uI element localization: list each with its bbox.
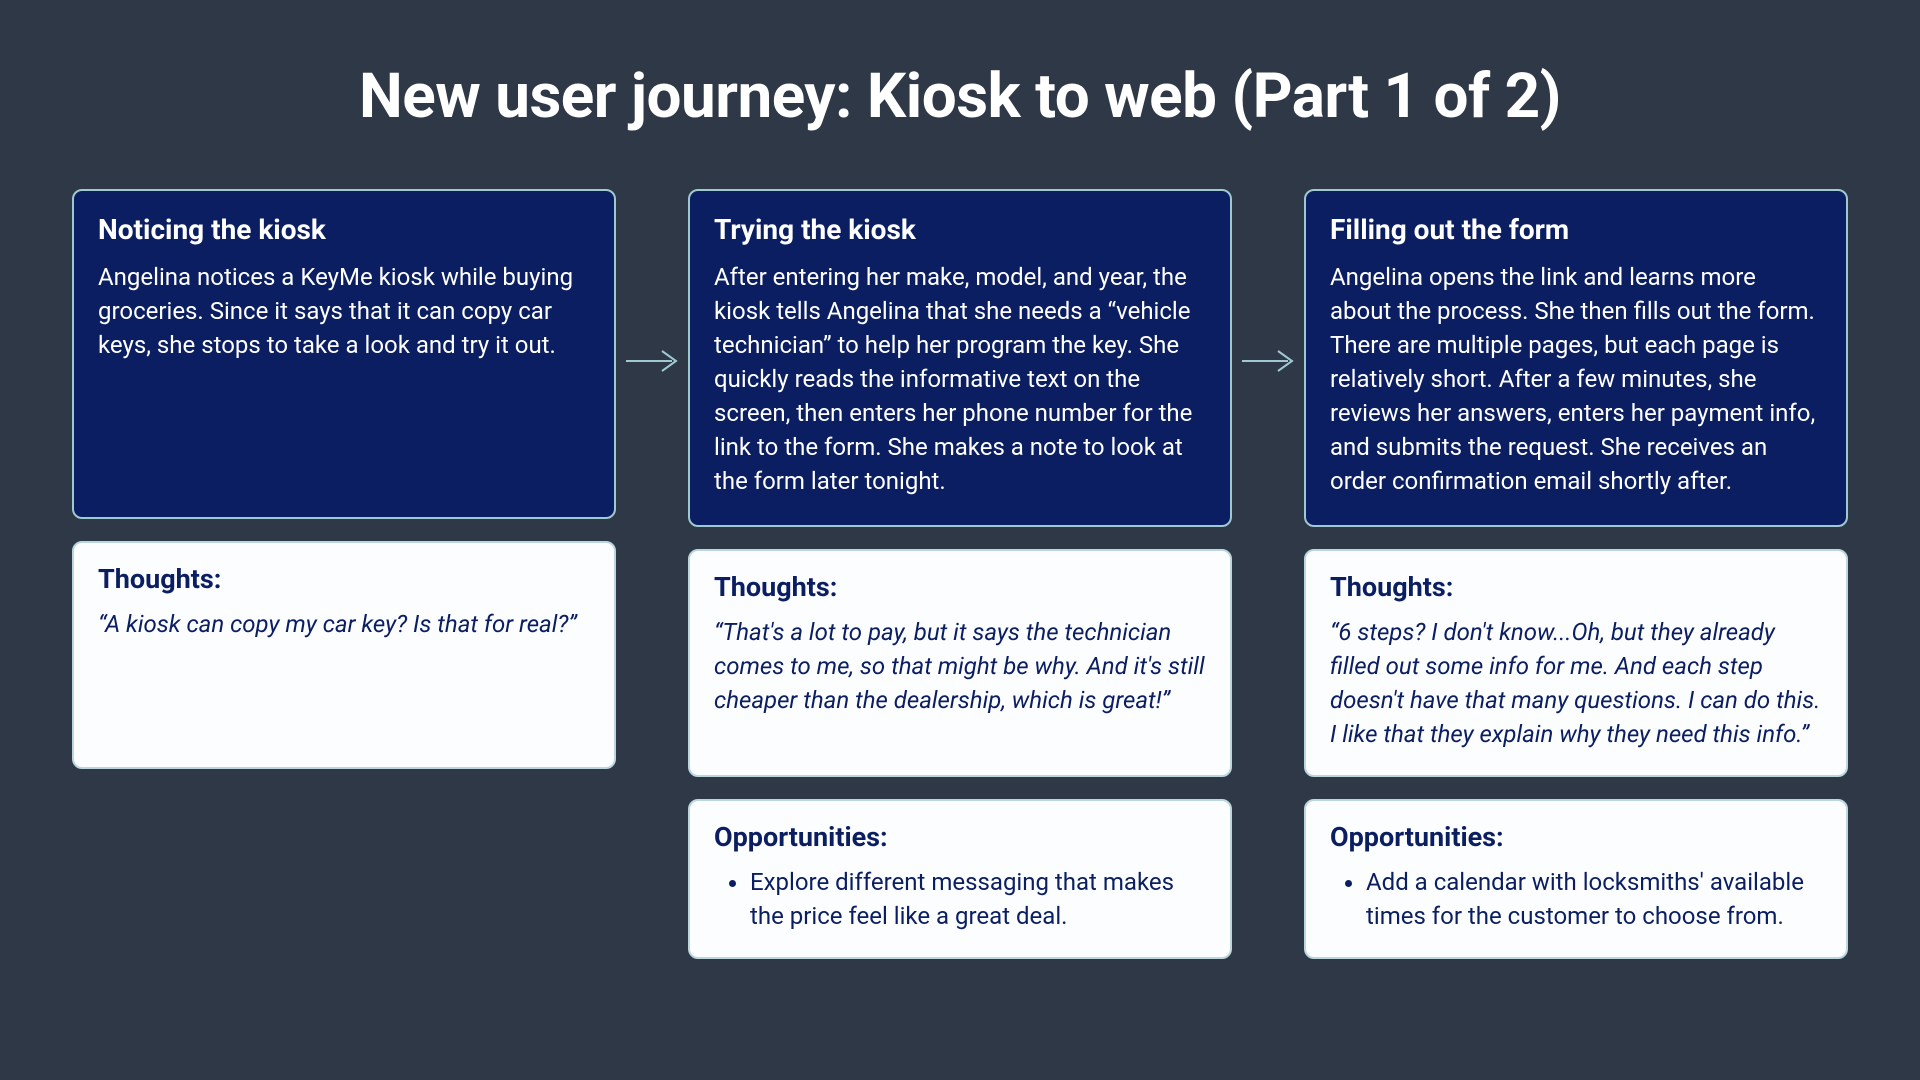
opportunity-item: Add a calendar with locksmiths' availabl… <box>1366 865 1822 933</box>
journey-step-3: Filling out the form Angelina opens the … <box>1304 189 1848 959</box>
journey-step-1: Noticing the kiosk Angelina notices a Ke… <box>72 189 616 959</box>
thoughts-label: Thoughts: <box>1330 571 1822 603</box>
step-body: Angelina opens the link and learns more … <box>1330 260 1822 499</box>
thoughts-card: Thoughts: “6 steps? I don't know...Oh, b… <box>1304 549 1848 777</box>
thoughts-text: “That's a lot to pay, but it says the te… <box>714 615 1206 717</box>
opportunities-card: Opportunities: Add a calendar with locks… <box>1304 799 1848 959</box>
journey-columns: Noticing the kiosk Angelina notices a Ke… <box>72 189 1848 959</box>
step-body: After entering her make, model, and year… <box>714 260 1206 499</box>
step-card: Filling out the form Angelina opens the … <box>1304 189 1848 527</box>
step-title: Noticing the kiosk <box>98 213 590 246</box>
step-card: Trying the kiosk After entering her make… <box>688 189 1232 527</box>
thoughts-text: “A kiosk can copy my car key? Is that fo… <box>98 607 590 641</box>
arrow-right-icon <box>626 349 682 373</box>
opportunity-item: Explore different messaging that makes t… <box>750 865 1206 933</box>
page-title: New user journey: Kiosk to web (Part 1 o… <box>72 60 1848 133</box>
arrow-right-icon <box>1242 349 1298 373</box>
opportunities-label: Opportunities: <box>714 821 1206 853</box>
step-title: Trying the kiosk <box>714 213 1206 246</box>
thoughts-label: Thoughts: <box>98 563 590 595</box>
step-body: Angelina notices a KeyMe kiosk while buy… <box>98 260 590 362</box>
opportunities-label: Opportunities: <box>1330 821 1822 853</box>
journey-step-2: Trying the kiosk After entering her make… <box>688 189 1232 959</box>
opportunities-card: Opportunities: Explore different messagi… <box>688 799 1232 959</box>
thoughts-text: “6 steps? I don't know...Oh, but they al… <box>1330 615 1822 751</box>
slide: New user journey: Kiosk to web (Part 1 o… <box>0 0 1920 1080</box>
thoughts-card: Thoughts: “That's a lot to pay, but it s… <box>688 549 1232 777</box>
thoughts-label: Thoughts: <box>714 571 1206 603</box>
step-title: Filling out the form <box>1330 213 1822 246</box>
thoughts-card: Thoughts: “A kiosk can copy my car key? … <box>72 541 616 769</box>
step-card: Noticing the kiosk Angelina notices a Ke… <box>72 189 616 519</box>
